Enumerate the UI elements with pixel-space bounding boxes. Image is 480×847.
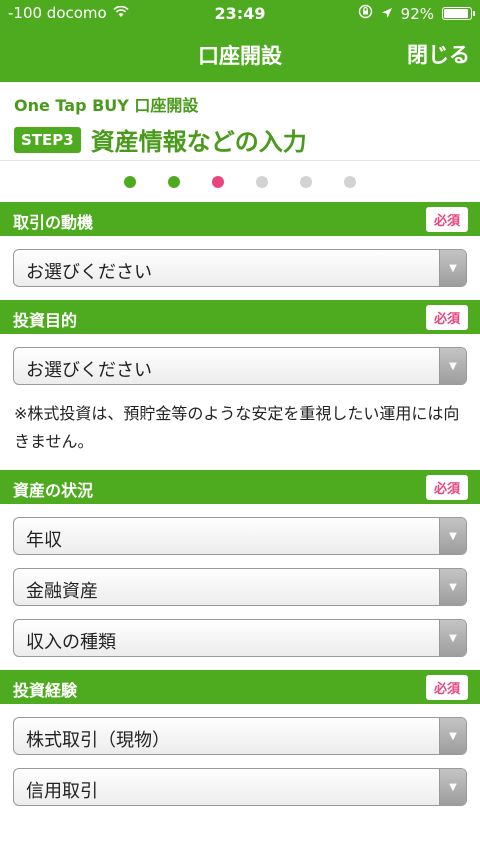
- section-header-purpose: 投資目的 必須: [0, 300, 480, 334]
- progress-dot-5: [300, 175, 312, 188]
- required-badge: 必須: [425, 207, 468, 232]
- select-value: 収入の種類: [26, 632, 116, 653]
- required-badge: 必須: [425, 305, 468, 330]
- step-badge: STEP3: [14, 126, 81, 153]
- navigation-bar: 口座開設 閉じる: [0, 26, 480, 82]
- required-badge: 必須: [425, 675, 468, 700]
- location-arrow-icon: [381, 5, 393, 23]
- select-value: 株式取引（現物）: [26, 730, 170, 751]
- section-label: 資産の状況: [13, 481, 94, 500]
- section-header-experience: 投資経験 必須: [0, 670, 480, 704]
- annual-income-select[interactable]: 年収 ▼: [13, 517, 467, 555]
- close-button[interactable]: 閉じる: [407, 39, 470, 69]
- required-badge: 必須: [425, 475, 468, 500]
- financial-assets-select[interactable]: 金融資産 ▼: [13, 568, 467, 606]
- motive-select[interactable]: お選びください ▼: [13, 249, 467, 287]
- battery-icon: [442, 7, 475, 20]
- lock-rotation-icon: [358, 4, 373, 23]
- progress-dot-1: [124, 175, 136, 188]
- dropdown-arrow-icon: ▼: [439, 620, 466, 656]
- dropdown-arrow-icon: ▼: [439, 518, 466, 554]
- section-label: 取引の動機: [13, 213, 94, 232]
- investment-note: ※株式投資は、預貯金等のような安定を重視したい運用には向きません。: [14, 404, 460, 451]
- progress-dot-4: [256, 175, 268, 188]
- section-label: 投資経験: [13, 681, 78, 700]
- margin-trading-select[interactable]: 信用取引 ▼: [13, 768, 467, 806]
- battery-percent: 92%: [400, 4, 434, 23]
- select-value: お選びください: [26, 262, 152, 283]
- dropdown-arrow-icon: ▼: [439, 250, 466, 286]
- dropdown-arrow-icon: ▼: [439, 769, 466, 805]
- income-type-select[interactable]: 収入の種類 ▼: [13, 619, 467, 657]
- header-bar: -100 docomo 23:49 92% 口座開設 閉じる: [0, 0, 480, 82]
- section-header-assets: 資産の状況 必須: [0, 470, 480, 504]
- progress-dot-2: [168, 175, 180, 188]
- select-value: 信用取引: [26, 781, 98, 802]
- select-value: 年収: [26, 530, 62, 551]
- progress-dot-3: [212, 175, 224, 188]
- dropdown-arrow-icon: ▼: [439, 569, 466, 605]
- select-value: お選びください: [26, 360, 152, 381]
- section-label: 投資目的: [13, 311, 78, 330]
- step-title: 資産情報などの入力: [90, 128, 307, 156]
- status-bar: -100 docomo 23:49 92%: [0, 0, 480, 26]
- purpose-select[interactable]: お選びください ▼: [13, 347, 467, 385]
- section-header-motive: 取引の動機 必須: [0, 202, 480, 236]
- dropdown-arrow-icon: ▼: [439, 348, 466, 384]
- subtitle: One Tap BUY 口座開設: [14, 96, 199, 115]
- select-value: 金融資産: [26, 581, 98, 602]
- progress-dot-6: [344, 175, 356, 188]
- step-header: One Tap BUY 口座開設 STEP3 資産情報などの入力: [0, 82, 480, 160]
- stock-trading-select[interactable]: 株式取引（現物） ▼: [13, 717, 467, 755]
- dropdown-arrow-icon: ▼: [439, 718, 466, 754]
- progress-dots: [0, 160, 480, 202]
